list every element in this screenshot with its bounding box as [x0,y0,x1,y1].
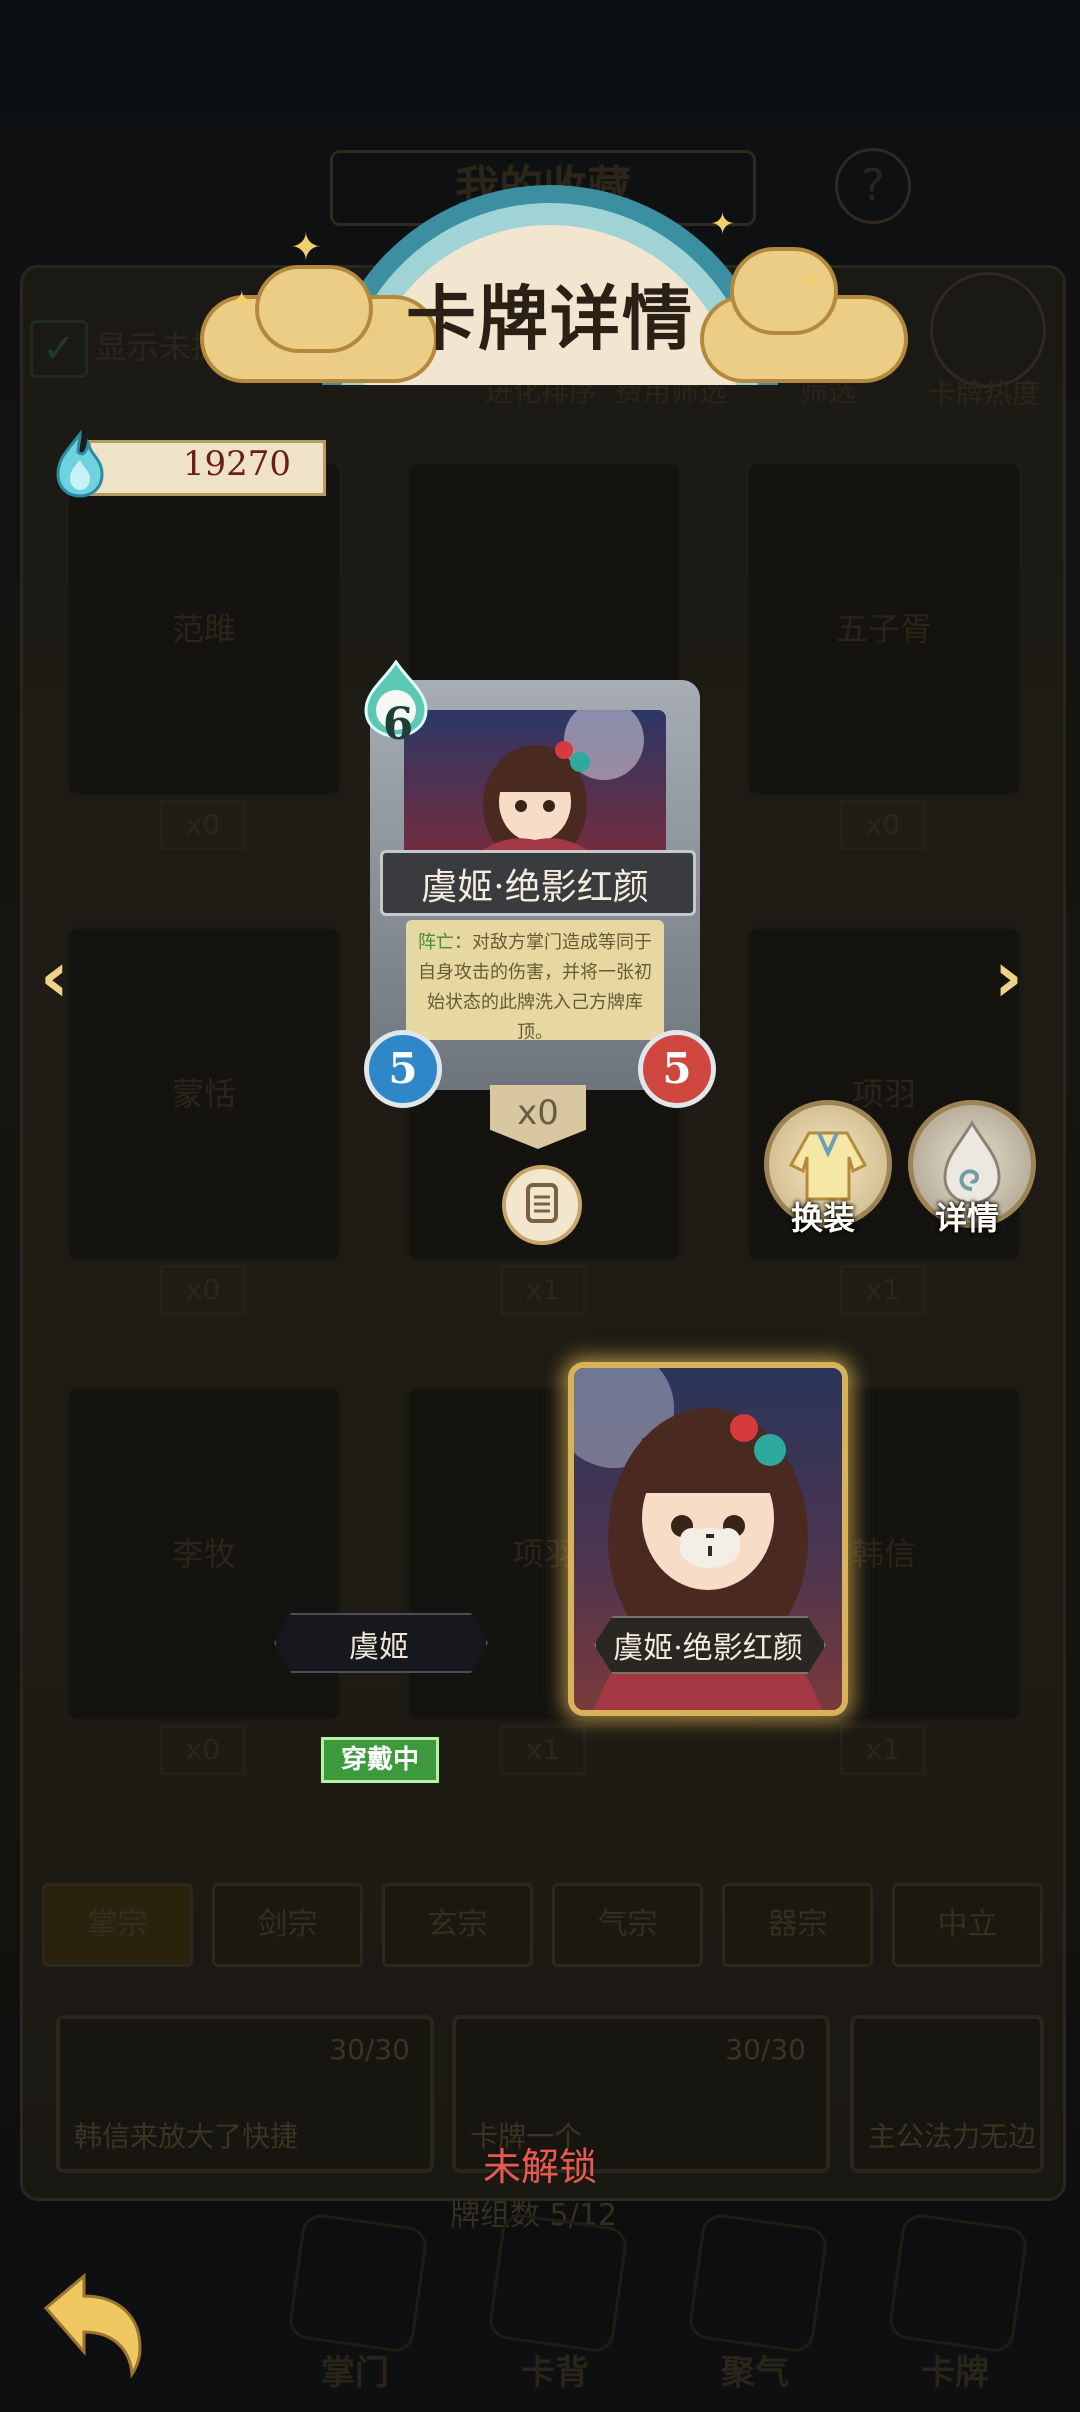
lock-icon [680,1528,740,1568]
cardback-icon [486,2211,630,2355]
card-description: 阵亡：对敌方掌门造成等同于自身攻击的伤害，并将一张初始状态的此牌洗入己方牌库顶。 [414,928,656,1048]
checkbox-icon: ✓ [30,320,88,378]
details-label: 详情 [934,1199,999,1237]
background-card: 范雎 [65,460,343,798]
cloud-decoration [255,265,373,353]
owned-count-badge: x0 [490,1085,586,1149]
skin-status-label: 未解锁 [482,2145,597,2189]
background-card-count: x1 [840,1725,926,1775]
sparkle-icon: ✦ [290,225,322,269]
page-title: 卡牌详情 [406,277,694,360]
note-button[interactable] [502,1165,582,1245]
next-arrow-icon[interactable]: › [994,942,1044,1012]
character-portrait-icon [464,710,644,870]
card-portrait [404,710,666,870]
currency-value: 19270 [182,444,291,484]
card-heat-icon [930,272,1046,388]
background-card-count: x1 [500,1725,586,1775]
filter-tab: 掌宗 [42,1883,193,1967]
wearing-badge: 穿戴中 [321,1737,439,1783]
detail-header: ✦ ✦ ✦ ✦ 卡牌详情 [170,185,910,395]
return-arrow-icon [43,2272,142,2379]
master-icon [286,2211,430,2355]
spirit-flame-icon [56,430,104,498]
nav-item-cards: 卡牌 [870,2211,1040,2400]
background-card-count: x0 [160,1265,246,1315]
card-name: 虞姬·绝影红颜 [421,867,649,908]
filter-tab: 气宗 [552,1883,703,1967]
skin-card-selected[interactable]: 虞姬·绝影红颜 [568,1362,848,1716]
background-card: 五子胥 [745,460,1023,798]
card-attack: 5 [364,1030,442,1108]
description-text: ：对敌方掌门造成等同于自身攻击的伤害，并将一张初始状态的此牌洗入己方牌库顶。 [418,932,652,1043]
background-card-count: x0 [840,800,926,850]
owned-count: x0 [517,1093,559,1133]
background-card-count: x0 [160,800,246,850]
currency-display: 19270 [48,430,326,500]
nav-item-cardback: 卡背 [470,2211,640,2400]
background-card-count: x1 [500,1265,586,1315]
previous-arrow-icon[interactable]: ‹ [40,942,90,1012]
description-keyword: 阵亡 [418,932,454,953]
nav-item-gather: 聚气 [670,2211,840,2400]
filter-tab: 玄宗 [382,1883,533,1967]
sparkle-icon: ✦ [800,265,822,295]
change-outfit-label: 换装 [790,1199,855,1237]
gather-icon [686,2211,830,2355]
cards-icon [886,2211,1030,2355]
nav-item-master: 掌门 [270,2211,440,2400]
card-detail: 虞姬·绝影红颜 阵亡：对敌方掌门造成等同于自身攻击的伤害，并将一张初始状态的此牌… [364,660,716,1108]
background-card: 蒙恬 [65,925,343,1263]
default-skin-name: 虞姬 [349,1630,409,1665]
filter-tab: 器宗 [722,1883,873,1967]
card-health: 5 [638,1030,716,1108]
cloud-decoration [730,247,838,335]
background-card-count: x1 [840,1265,926,1315]
card-heat-label: 卡牌热度 [928,377,1041,410]
sparkle-icon: ✦ [230,285,254,318]
background-card-count: x0 [160,1725,246,1775]
filter-tab: 中立 [892,1883,1043,1967]
sparkle-icon: ✦ [710,207,736,242]
back-button[interactable] [36,2268,156,2379]
filter-tab: 剑宗 [212,1883,363,1967]
notes-icon [526,1183,558,1223]
card-cost: 6 [382,699,414,750]
skin-card-name: 虞姬·绝影红颜 [613,1631,803,1666]
